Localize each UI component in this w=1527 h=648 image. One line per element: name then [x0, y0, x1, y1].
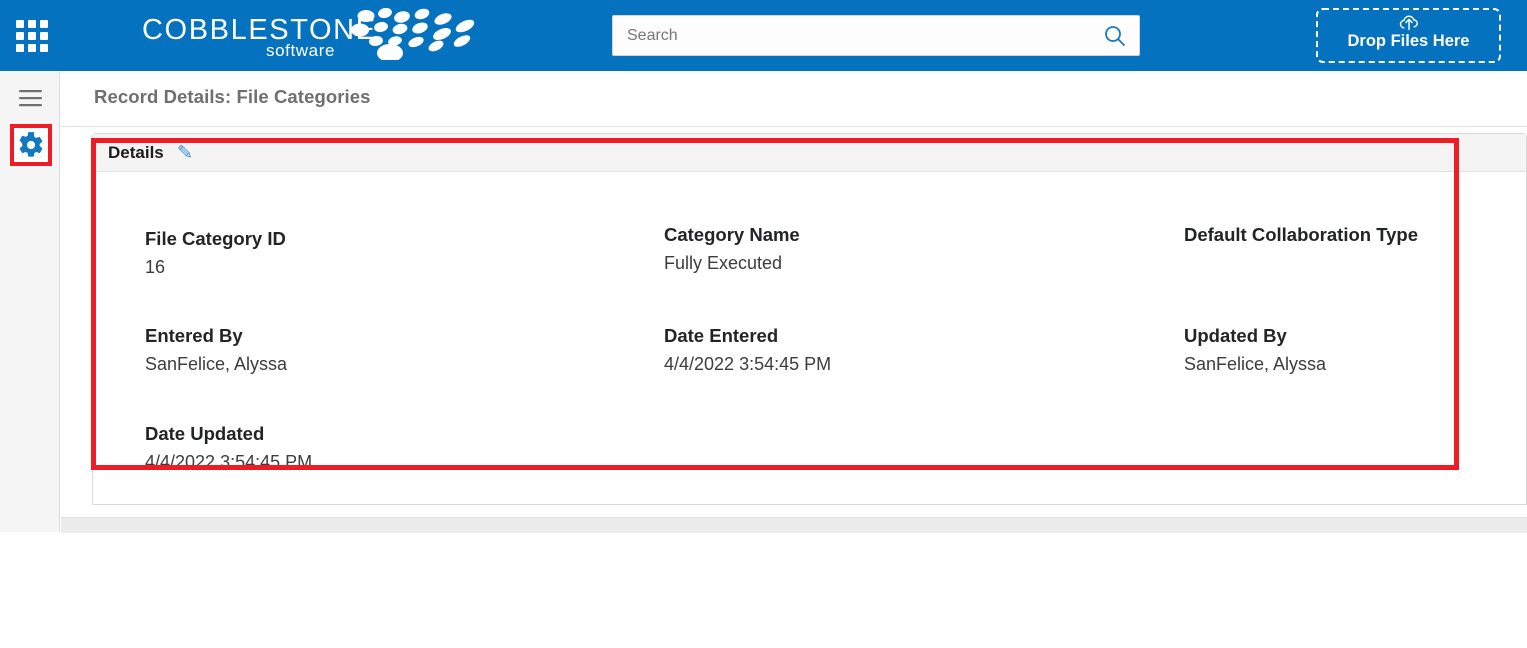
hamburger-menu-icon[interactable]: [19, 90, 42, 108]
field-entered-by: Entered By SanFelice, Alyssa: [145, 324, 287, 377]
app-header: COBBLESTONE software Search Drop Files H…: [0, 0, 1527, 71]
field-label: Entered By: [145, 325, 243, 346]
main-content: Record Details: File Categories Details …: [61, 71, 1527, 518]
settings-highlight-box: [10, 124, 52, 166]
details-panel-title: Details: [108, 143, 164, 162]
field-label: Category Name: [664, 224, 800, 245]
title-divider: [61, 126, 1527, 127]
field-date-updated: Date Updated 4/4/2022 3:54:45 PM: [145, 422, 312, 475]
field-label: Default Collaboration Type: [1184, 224, 1419, 245]
field-date-entered: Date Entered 4/4/2022 3:54:45 PM: [664, 324, 831, 377]
search-icon[interactable]: [1103, 24, 1127, 48]
brand-logo[interactable]: COBBLESTONE software: [140, 8, 480, 66]
field-label: File Category ID: [145, 228, 286, 249]
field-label: Date Updated: [145, 423, 265, 444]
drop-files-label: Drop Files Here: [1347, 32, 1470, 50]
details-card: Details File Category ID 16 Category Nam…: [92, 133, 1527, 505]
pencil-edit-icon[interactable]: [175, 142, 195, 162]
brand-name: COBBLESTONE: [142, 14, 377, 46]
sidebar-item-settings[interactable]: [14, 128, 48, 162]
field-value: SanFelice, Alyssa: [1184, 354, 1327, 374]
field-category-name: Category Name Fully Executed: [664, 223, 800, 276]
field-label: Date Entered: [664, 325, 779, 346]
field-updated-by: Updated By SanFelice, Alyssa: [1184, 324, 1326, 377]
gear-icon: [19, 132, 43, 157]
details-card-header: Details: [93, 134, 1526, 172]
search-input[interactable]: [613, 16, 1083, 55]
app-launcher-grid-icon[interactable]: [16, 20, 52, 52]
left-sidebar: [0, 71, 60, 532]
field-value: Fully Executed: [664, 253, 783, 273]
page-title: Record Details: File Categories: [94, 86, 371, 107]
field-value: 4/4/2022 3:54:45 PM: [145, 452, 313, 472]
field-label: Updated By: [1184, 325, 1287, 346]
cloud-upload-icon: [1399, 15, 1418, 31]
cobblestone-pebbles-logo-icon: [351, 8, 475, 60]
drop-files-zone[interactable]: Drop Files Here: [1316, 8, 1501, 63]
field-value: 4/4/2022 3:54:45 PM: [664, 354, 832, 374]
field-file-category-id: File Category ID 16: [145, 227, 286, 280]
footer-strip: [61, 518, 1527, 533]
field-value: 16: [145, 257, 166, 277]
search-box[interactable]: [612, 15, 1140, 56]
field-default-collaboration-type: Default Collaboration Type: [1184, 223, 1418, 250]
details-fields: File Category ID 16 Category Name Fully …: [93, 173, 1526, 503]
field-value: SanFelice, Alyssa: [145, 354, 288, 374]
brand-tagline: software: [266, 41, 336, 60]
